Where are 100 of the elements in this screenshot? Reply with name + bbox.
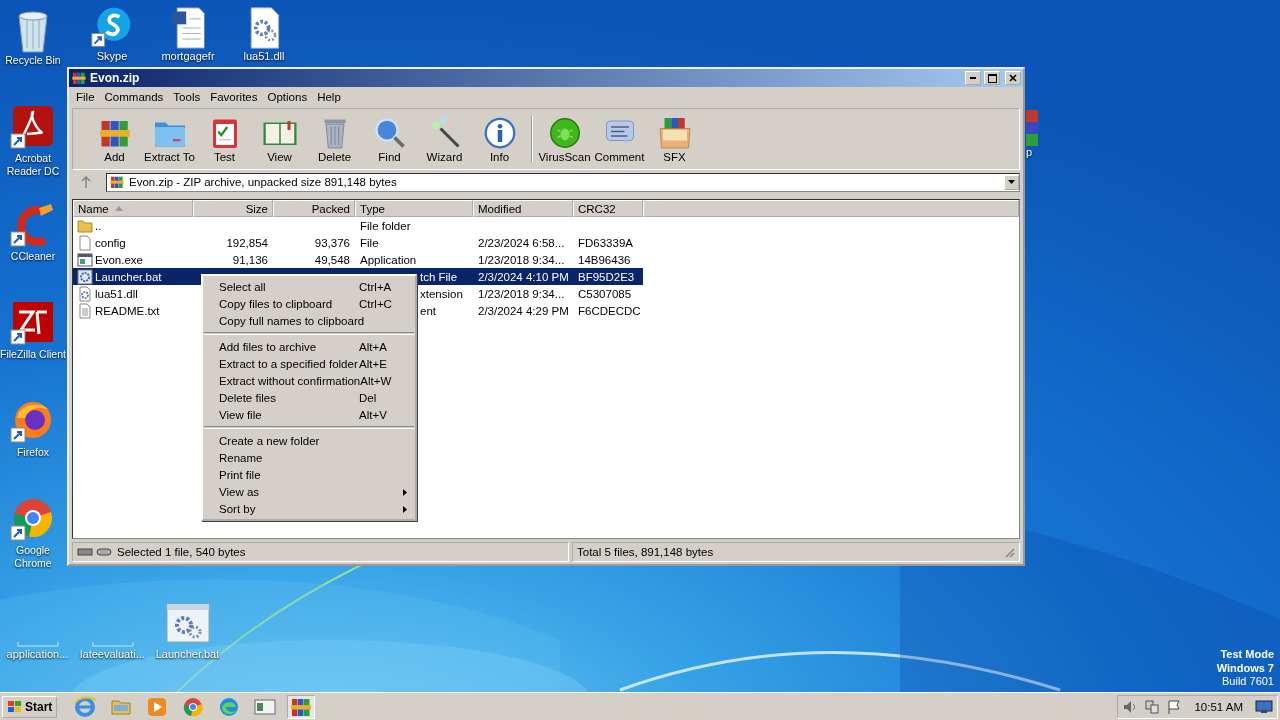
modified-date: 2/3/2024 4:29 PM (478, 304, 569, 317)
browser-e-icon (73, 694, 98, 719)
menu-item[interactable]: Options (262, 90, 313, 103)
toolbar-button[interactable]: Comment (592, 115, 647, 163)
file-size: 192,854 (226, 236, 268, 249)
network-icon (1144, 698, 1161, 715)
toolbar-button[interactable]: Delete (307, 115, 362, 163)
column-header[interactable]: Packed (273, 200, 355, 217)
crc-value: BF95D2E3 (578, 270, 635, 283)
desktop-icon-label[interactable]: lua51.dll (243, 50, 285, 63)
status-text: Selected 1 file, 540 bytes (117, 546, 246, 558)
context-menu-item[interactable]: Create a new folder (203, 432, 415, 449)
modified-date: 2/23/2024 6:58... (478, 236, 565, 249)
minimize-button[interactable] (965, 71, 981, 85)
context-menu-item[interactable]: Copy full names to clipboard (203, 312, 415, 329)
file-name: Launcher.bat (95, 270, 162, 283)
system-notice-text: Windows 7 (1216, 661, 1274, 675)
toolbar-button[interactable]: View (252, 115, 307, 163)
file-name[interactable]: README.txt (95, 304, 160, 317)
menu-item[interactable]: Favorites (205, 90, 263, 103)
file-name[interactable]: config (95, 236, 126, 249)
dropdown-button[interactable] (1004, 174, 1019, 190)
menu-item[interactable]: Tools (168, 90, 206, 103)
menu-item[interactable]: Help (312, 90, 346, 103)
monitor-icon (1255, 698, 1273, 715)
system-notice-text: Build 7601 (1222, 675, 1274, 689)
gear-document-icon (77, 285, 93, 302)
menu-item[interactable]: Commands (99, 90, 169, 103)
context-menu-item[interactable]: View as (203, 483, 415, 500)
status-text: Total 5 files, 891,148 bytes (577, 546, 714, 558)
toolbar-button[interactable]: Add (87, 115, 142, 163)
flag-icon (1166, 698, 1183, 715)
archive-icon (109, 174, 125, 190)
crc-value: FD63339A (578, 236, 633, 249)
folder-icon (77, 217, 93, 234)
context-menu-item[interactable]: Select all Ctrl+A (203, 278, 415, 295)
file-size: 91,136 (232, 253, 268, 266)
file-icon (77, 234, 93, 251)
column-header[interactable]: Modified (473, 200, 573, 217)
column-header[interactable]: Type (355, 200, 473, 217)
context-menu-item[interactable]: Extract to a specified folderAlt+E (203, 355, 415, 372)
toolbar-button[interactable]: Info (472, 115, 527, 163)
file-name[interactable]: lua51.dll (95, 287, 138, 300)
up-arrow-icon (80, 175, 92, 189)
toolbar-button[interactable]: Find (362, 115, 417, 163)
desktop-icon-label[interactable]: CCleaner (0, 250, 66, 263)
maximize-icon (987, 73, 997, 83)
caret-icon (1008, 180, 1015, 184)
file-name[interactable]: .. (95, 219, 102, 232)
close-button[interactable] (1005, 71, 1021, 85)
toolbar-button[interactable]: Extract To (142, 115, 197, 163)
start-button[interactable]: Start (2, 695, 58, 718)
toolbar-button[interactable]: Wizard (417, 115, 472, 163)
context-menu-item[interactable]: Sort by (203, 500, 415, 517)
column-header[interactable]: Name (73, 200, 193, 217)
file-type: ent (420, 304, 436, 317)
text-file-icon (77, 302, 93, 319)
modified-date: 1/23/2018 9:34... (478, 253, 565, 266)
file-type: File (360, 236, 379, 249)
resize-grip-icon[interactable] (1003, 546, 1015, 558)
packed-size: 93,376 (314, 236, 350, 249)
desktop-icon-label[interactable]: Acrobat Reader DC (0, 152, 66, 178)
file-type: xtension (420, 287, 463, 300)
context-menu-item[interactable]: Extract without confirmationAlt+W (203, 372, 415, 389)
context-menu-item[interactable]: Print file (203, 466, 415, 483)
menu-item[interactable]: File (71, 90, 100, 103)
minimize-icon (970, 77, 976, 79)
window-title: Evon.zip (90, 71, 141, 85)
crc-value: 14B96436 (578, 253, 631, 266)
desktop-icon-label[interactable]: Firefox (0, 446, 66, 459)
desktop-icon-label[interactable]: Recycle Bin (0, 54, 66, 67)
toolbar-button[interactable]: VirusScan (537, 115, 592, 163)
context-menu-item[interactable]: View file Alt+V (203, 406, 415, 423)
archive-box-icon (656, 115, 693, 151)
desktop-icon-label[interactable]: Skype (96, 50, 128, 63)
program-window-icon (77, 251, 93, 268)
packed-size: 49,548 (314, 253, 350, 266)
archive-icon (71, 70, 87, 86)
column-header[interactable]: Size (193, 200, 273, 217)
toolbar-button[interactable]: SFX (647, 115, 702, 163)
address-field[interactable]: Evon.zip - ZIP archive, unpacked size 891,148 bytes (106, 172, 1020, 192)
context-menu-item[interactable]: Delete files Del (203, 389, 415, 406)
context-menu-item[interactable]: Rename (203, 449, 415, 466)
desktop-icon-label[interactable]: mortgagefr (161, 50, 215, 63)
modified-date: 1/23/2018 9:34... (478, 287, 565, 300)
desktop-icon-label[interactable]: FileZilla Client (0, 348, 66, 361)
file-name[interactable]: Evon.exe (95, 253, 143, 266)
toolbar-button[interactable]: Test (197, 115, 252, 163)
close-icon (1009, 74, 1017, 82)
taskbar-button[interactable] (287, 694, 316, 719)
context-menu-item[interactable]: Copy files to clipboard Ctrl+C (203, 295, 415, 312)
file-type: tch File (420, 270, 458, 283)
system-notice-text: Test Mode (1220, 648, 1274, 662)
windows-flag-icon (7, 699, 23, 714)
column-header[interactable]: CRC32 (573, 200, 643, 217)
file-type: Application (360, 253, 417, 266)
desktop-icon-label[interactable]: p (1026, 146, 1033, 159)
maximize-button[interactable] (984, 71, 1000, 85)
clock[interactable]: 10:51 AM (1194, 700, 1243, 713)
context-menu-item[interactable]: Add files to archive Alt+A (203, 338, 415, 355)
